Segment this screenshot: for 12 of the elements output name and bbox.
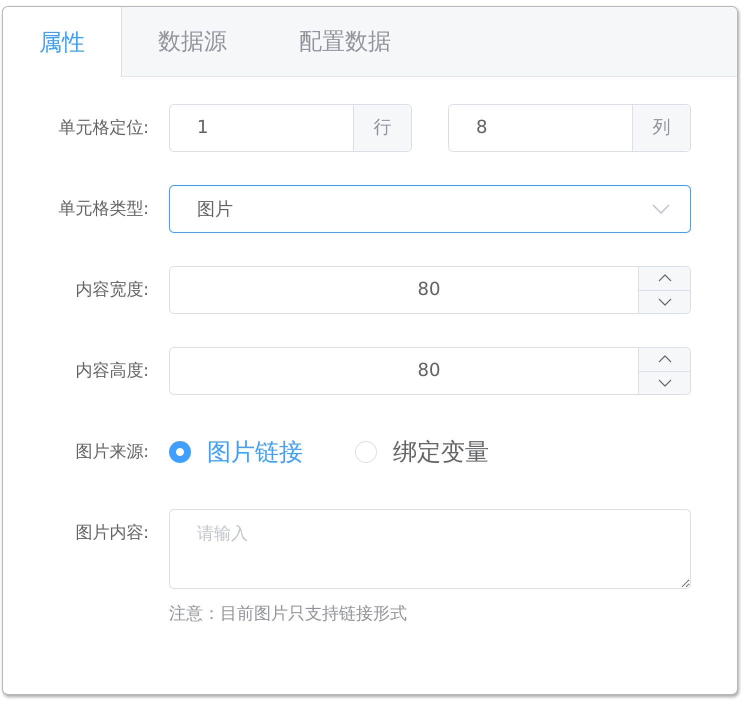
field-label: 内容宽度: (74, 279, 150, 302)
chevron-down-icon (652, 204, 670, 214)
field-label: 内容高度: (74, 360, 150, 383)
type-select[interactable]: 图片 (169, 185, 691, 233)
radio-button[interactable] (169, 441, 191, 463)
field-label: 图片来源: (74, 441, 150, 464)
note-text: 注意：目前图片只支持链接形式 (169, 603, 408, 625)
content-textarea[interactable]: 请输入 (169, 509, 691, 589)
field-label: 单元格定位: (57, 117, 150, 140)
field-label: 图片内容: (74, 522, 150, 545)
radio-label[interactable]: 绑定变量 (393, 436, 489, 468)
field-label: 单元格类型: (57, 198, 150, 221)
